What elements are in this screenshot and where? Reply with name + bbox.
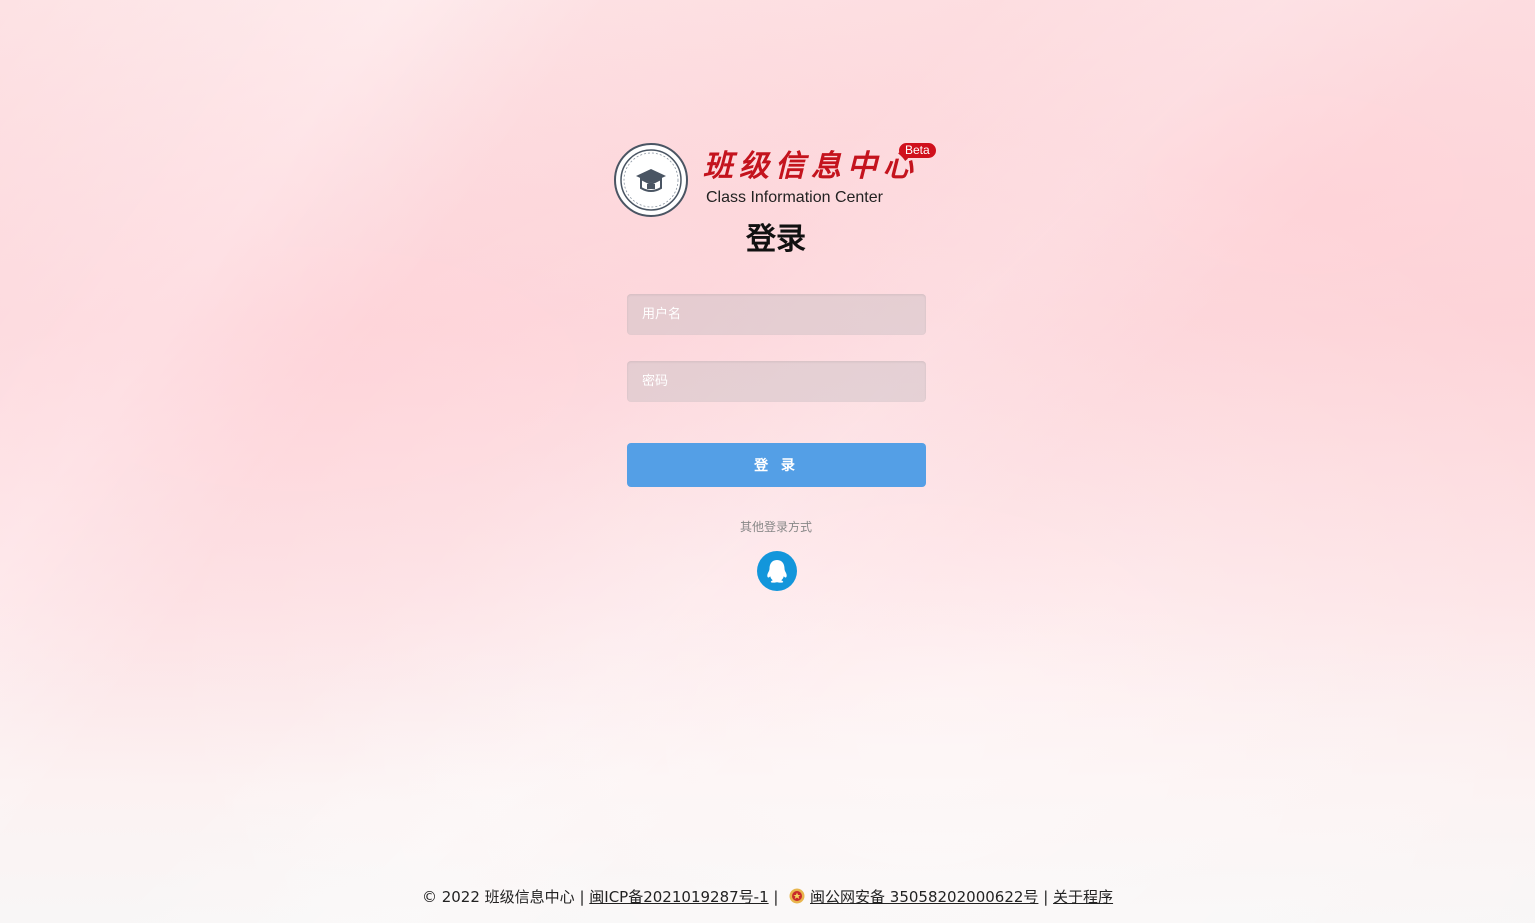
qq-login-button[interactable] — [757, 551, 797, 591]
page-title: 登录 — [746, 222, 806, 257]
police-record-link[interactable]: 闽公网安备 35058202000622号 — [810, 888, 1038, 906]
login-button[interactable]: 登 录 — [627, 443, 926, 487]
qq-icon — [767, 560, 787, 583]
footer-separator: | — [579, 888, 585, 906]
icp-link[interactable]: 闽ICP备2021019287号-1 — [589, 888, 768, 906]
footer-separator: | — [773, 888, 779, 906]
username-input[interactable] — [627, 294, 926, 335]
password-input[interactable] — [627, 361, 926, 402]
footer-separator: | — [1043, 888, 1049, 906]
school-emblem-icon — [614, 143, 688, 217]
other-login-label: 其他登录方式 — [739, 520, 812, 534]
police-badge-icon — [789, 888, 805, 904]
beta-badge: Beta — [899, 143, 936, 158]
copyright-text: © 2022 班级信息中心 — [421, 888, 575, 906]
logo-title-en: Class Information Center — [706, 189, 883, 206]
site-logo: 班级信息中心 Beta Class Information Center — [613, 140, 938, 222]
footer: © 2022 班级信息中心 | 闽ICP备2021019287号-1 | 闽公网… — [0, 885, 1535, 909]
about-link[interactable]: 关于程序 — [1053, 888, 1113, 906]
logo-title-cn: 班级信息中心 — [703, 149, 919, 184]
